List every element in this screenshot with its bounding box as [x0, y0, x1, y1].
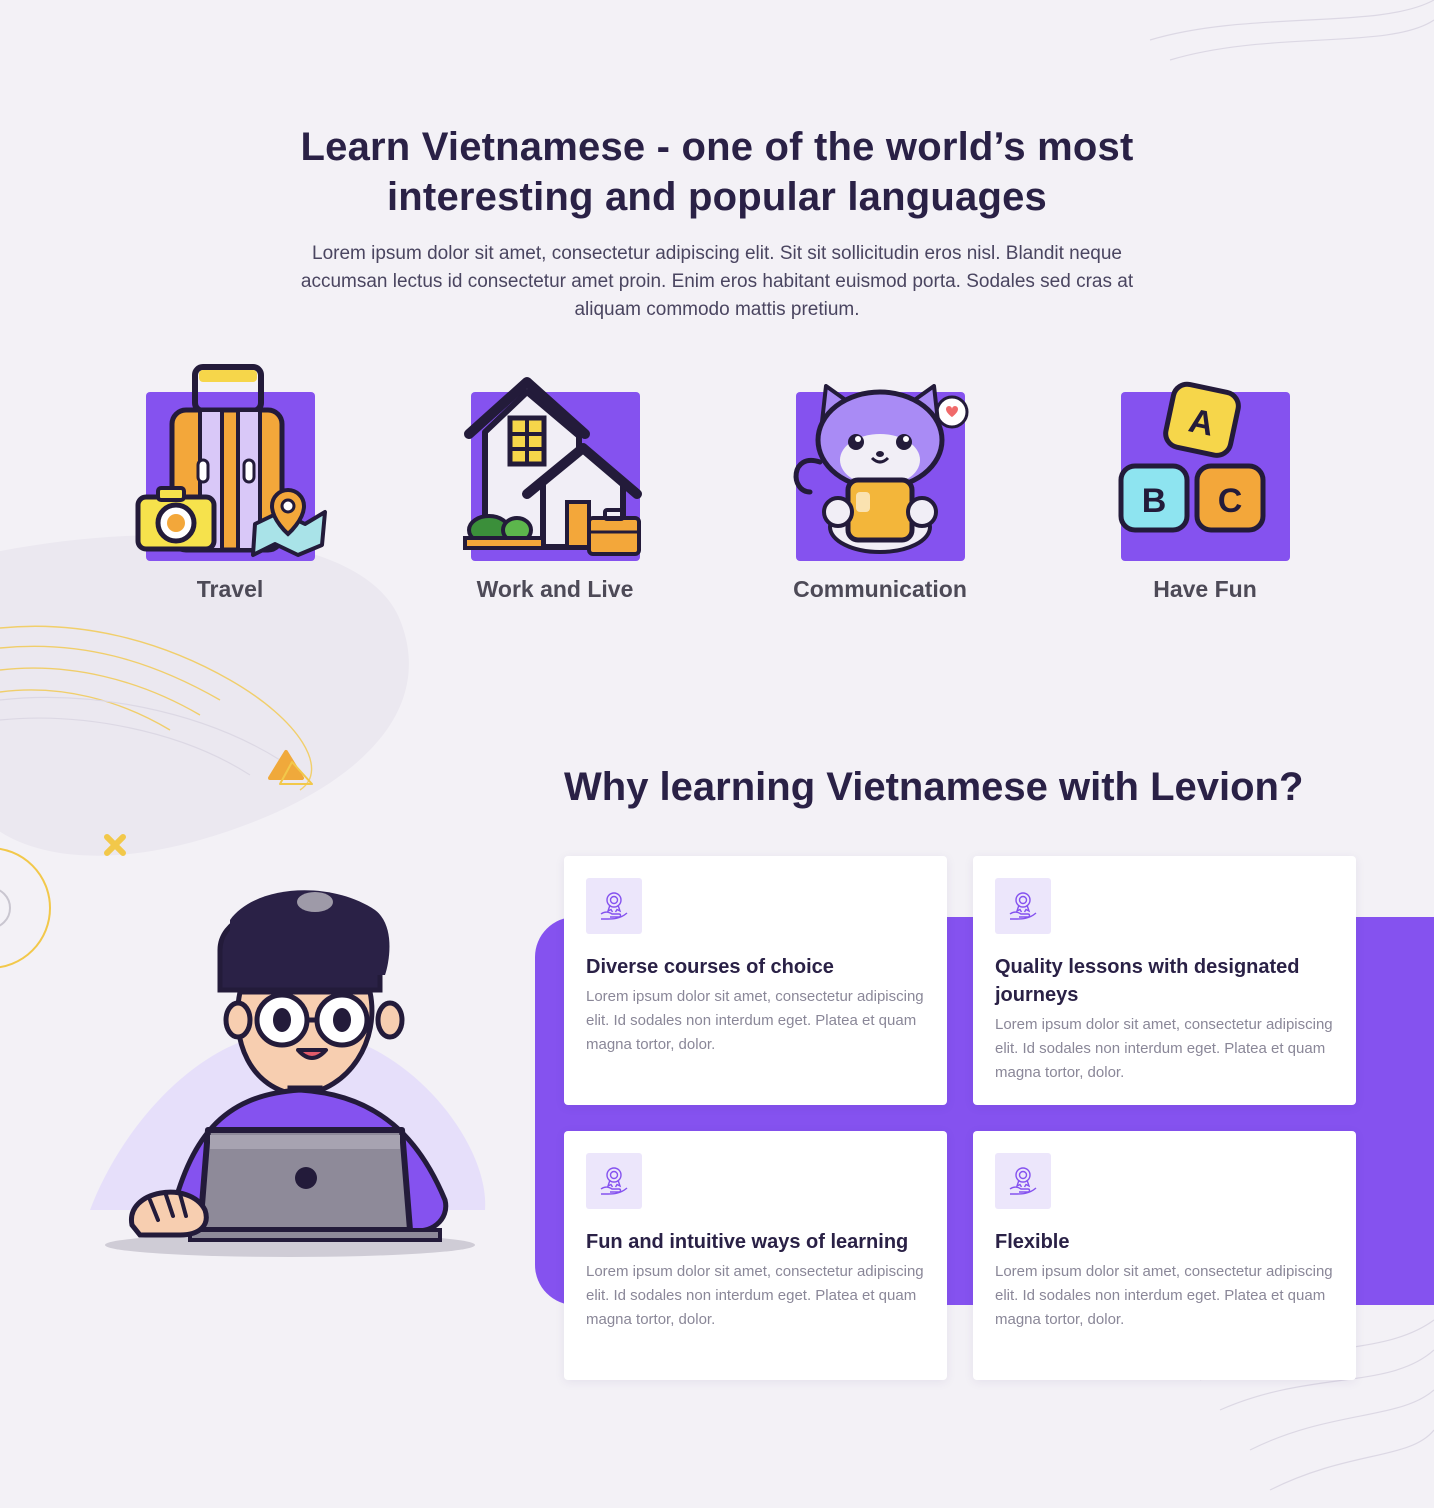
award-hand-icon — [586, 1153, 642, 1209]
suitcase-camera-map-icon — [135, 364, 327, 557]
intro-description: Lorem ipsum dolor sit amet, consectetur … — [300, 243, 1134, 320]
feature-card-diverse-courses: Diverse courses of choice Lorem ipsum do… — [564, 856, 947, 1105]
feature-label: Travel — [196, 576, 264, 602]
feature-have-fun[interactable]: A B C Have Fun — [1105, 362, 1305, 603]
card-title: Flexible — [995, 1231, 1070, 1253]
why-section-title: Why learning Vietnamese with Levion? — [564, 765, 1304, 809]
cat-phone-icon — [793, 384, 969, 554]
award-hand-icon — [586, 878, 642, 934]
house-briefcase-icon — [463, 377, 642, 556]
feature-card-fun-intuitive: Fun and intuitive ways of learning Lorem… — [564, 1131, 947, 1380]
svg-text:C: C — [1218, 482, 1243, 520]
award-hand-icon — [995, 878, 1051, 934]
card-text: Lorem ipsum dolor sit amet, consectetur … — [995, 1016, 1333, 1081]
feature-label: Communication — [793, 576, 967, 602]
feature-travel[interactable]: Travel — [130, 362, 330, 603]
card-title: Diverse courses of choice — [586, 956, 834, 978]
card-title: Quality lessons with designated journeys — [995, 956, 1300, 1006]
intro-section: Learn Vietnamese - one of the world’s mo… — [0, 122, 1434, 324]
feature-label: Have Fun — [1153, 576, 1257, 602]
svg-text:B: B — [1142, 482, 1167, 520]
feature-communication[interactable]: Communication — [780, 362, 980, 603]
student-with-laptop-illustration — [90, 890, 486, 1257]
card-text: Lorem ipsum dolor sit amet, consectetur … — [995, 1263, 1333, 1328]
card-text: Lorem ipsum dolor sit amet, consectetur … — [586, 988, 924, 1053]
feature-card-flexible: Flexible Lorem ipsum dolor sit amet, con… — [973, 1131, 1356, 1380]
feature-card-quality-lessons: Quality lessons with designated journeys… — [973, 856, 1356, 1105]
feature-label: Work and Live — [476, 576, 634, 602]
card-text: Lorem ipsum dolor sit amet, consectetur … — [586, 1263, 924, 1328]
award-hand-icon — [995, 1153, 1051, 1209]
intro-title: Learn Vietnamese - one of the world’s mo… — [300, 125, 1134, 219]
abc-blocks-icon: A B C — [1118, 381, 1266, 533]
feature-work-and-live[interactable]: Work and Live — [455, 362, 655, 603]
card-title: Fun and intuitive ways of learning — [586, 1231, 909, 1253]
